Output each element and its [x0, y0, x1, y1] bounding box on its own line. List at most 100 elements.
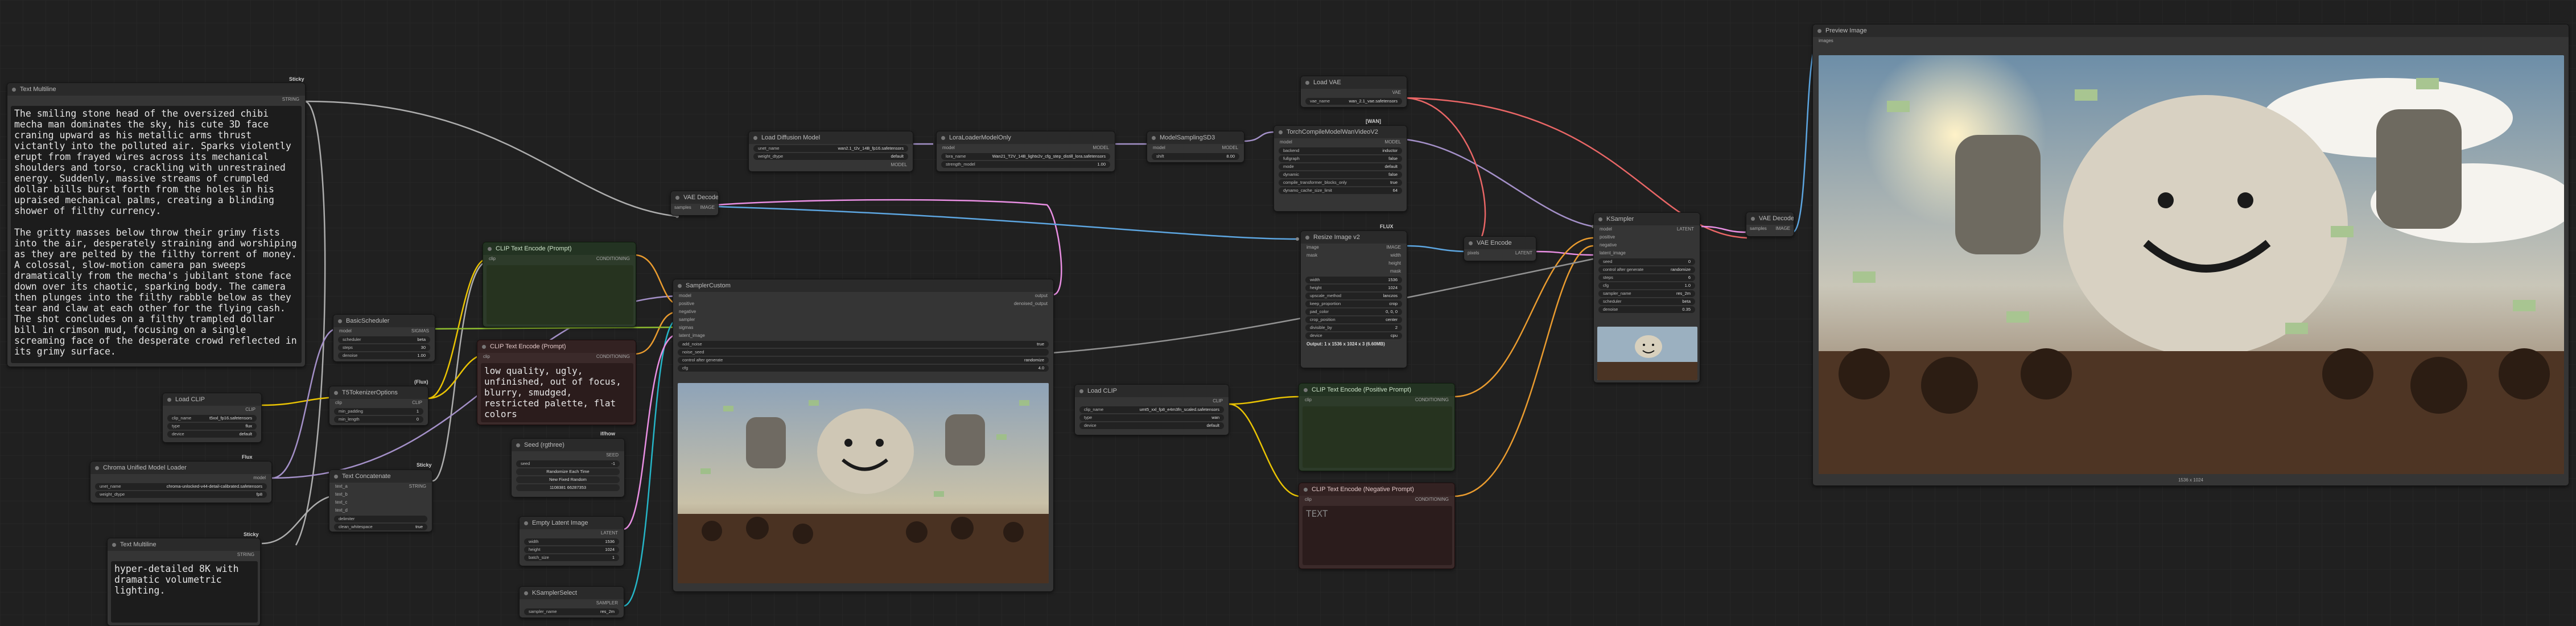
output-slot-clip[interactable]: CLIP	[163, 406, 261, 414]
node-title[interactable]: CLIP Text Encode (Negative Prompt)	[1299, 483, 1454, 496]
prompt-textarea[interactable]	[1303, 406, 1452, 468]
model-sampling-sd3-node[interactable]: ModelSamplingSD3 model MODEL shift 8.00	[1147, 131, 1244, 163]
randomize-button[interactable]: Randomize Each Time	[516, 468, 620, 475]
io-row[interactable]: text_a STRING	[329, 483, 432, 491]
node-title[interactable]: VAE Decode	[1746, 212, 1794, 225]
io-row[interactable]: model output	[673, 292, 1053, 300]
backend-select[interactable]: backend inductor	[1279, 147, 1402, 154]
output-slot-height[interactable]: height	[1301, 260, 1407, 267]
node-title[interactable]: Empty Latent Image	[520, 517, 624, 529]
input-slot-images[interactable]: images	[1813, 37, 2569, 45]
input-slot-text-b[interactable]: text_b	[329, 491, 432, 499]
sampler-custom-node[interactable]: SamplerCustom model output positive denois…	[673, 279, 1054, 592]
node-title[interactable]: Resize Image v2	[1301, 231, 1407, 244]
node-title[interactable]: Chroma Unified Model Loader	[90, 462, 271, 474]
compile-blocks-toggle[interactable]: compile_transformer_blocks_only true	[1279, 179, 1402, 186]
input-slot[interactable]: sampler	[673, 316, 1053, 324]
vae-name-select[interactable]: vae_name wan_2.1_vae.safetensors	[1305, 98, 1402, 105]
node-title[interactable]: ModelSamplingSD3	[1147, 131, 1244, 144]
output-slot-vae[interactable]: VAE	[1301, 89, 1407, 97]
io-row[interactable]: model LATENT	[1594, 225, 1700, 233]
last-seed-button[interactable]: 1108381 66287353	[516, 484, 620, 491]
node-title[interactable]: Seed (rgthree)	[512, 439, 624, 451]
seed-field[interactable]: seed -1	[516, 460, 620, 467]
node-title[interactable]: VAE Encode	[1464, 237, 1536, 249]
control-after-generate-select[interactable]: control after generate randomize	[1598, 266, 1695, 273]
output-slot-mask[interactable]: mask	[1301, 267, 1407, 275]
output-slot-clip[interactable]: CLIP	[1075, 397, 1229, 405]
preview-image-node[interactable]: Preview Image images 1536 x 1024	[1812, 24, 2569, 486]
output-slot-model[interactable]: MODEL	[749, 161, 913, 169]
node-title[interactable]: CLIP Text Encode (Prompt)	[483, 242, 636, 255]
t5-tokenizer-node[interactable]: T5TokenizerOptions clip CLIP min_padding 1…	[329, 386, 428, 426]
resize-image-node[interactable]: Resize Image v2 image IMAGE mask width hei…	[1300, 230, 1407, 368]
lora-loader-node[interactable]: LoraLoaderModelOnly model MODEL lora_name…	[936, 131, 1115, 172]
prompt-textarea[interactable]: TEXT	[1303, 506, 1452, 565]
vae-encode-node[interactable]: VAE Encode pixels LATENT	[1464, 236, 1536, 261]
io-row[interactable]: model MODEL	[1274, 138, 1407, 146]
add-noise-toggle[interactable]: add_noise true	[678, 341, 1049, 348]
fullgraph-toggle[interactable]: fullgraph false	[1279, 155, 1402, 162]
io-row[interactable]: positive denoised_output	[673, 300, 1053, 308]
io-row[interactable]: samples IMAGE	[1746, 225, 1794, 233]
basic-scheduler-node[interactable]: BasicScheduler model SIGMAS scheduler beta…	[333, 314, 435, 362]
io-row[interactable]: model SIGMAS	[333, 327, 435, 335]
input-slot[interactable]: negative	[673, 308, 1053, 316]
node-title[interactable]: VAE Decode	[671, 191, 718, 204]
node-title[interactable]: CLIP Text Encode (Prompt)	[477, 340, 636, 353]
empty-latent-image-node[interactable]: Empty Latent Image LATENT width 1536 heig…	[519, 516, 624, 566]
node-title[interactable]: Load CLIP	[163, 393, 261, 406]
delimiter-field[interactable]: delimiter	[334, 516, 427, 522]
node-title[interactable]: KSampler	[1594, 213, 1700, 225]
batch-size-field[interactable]: batch_size 1	[524, 554, 619, 561]
clip-text-encode-negative-node[interactable]: CLIP Text Encode (Prompt) clip CONDITIONI…	[477, 340, 636, 425]
io-row[interactable]: pixels LATENT	[1464, 249, 1536, 257]
pad-color-field[interactable]: pad_color 0, 0, 0	[1305, 308, 1402, 315]
vae-decode-node-2[interactable]: VAE Decode samples IMAGE	[1746, 212, 1794, 237]
output-slot-string[interactable]: STRING	[108, 551, 260, 559]
steps-field[interactable]: steps 30	[338, 344, 430, 351]
io-row[interactable]: mask width	[1301, 252, 1407, 260]
keep-proportion-select[interactable]: keep_proportion crop	[1305, 300, 1402, 307]
node-graph-canvas[interactable]: Text Multiline STRING The smiling stone …	[0, 0, 2576, 626]
unet-name-select[interactable]: unet_name chroma-unlocked-v44-detail-cali…	[95, 483, 267, 490]
io-row[interactable]: model MODEL	[937, 144, 1115, 152]
io-row[interactable]: model MODEL	[1147, 144, 1244, 152]
weight-dtype-select[interactable]: weight_dtype default	[753, 153, 908, 160]
output-slot-model[interactable]: model	[90, 474, 271, 482]
vae-decode-node-1[interactable]: VAE Decode samples IMAGE	[670, 191, 719, 216]
clip-device-select[interactable]: device default	[167, 431, 257, 438]
input-slot-text-c[interactable]: text_c	[329, 499, 432, 506]
io-row[interactable]: clip CONDITIONING	[483, 255, 636, 263]
denoise-field[interactable]: denoise 1.00	[338, 352, 430, 359]
divisible-by-field[interactable]: divisible_by 2	[1305, 324, 1402, 331]
crop-position-select[interactable]: crop_position center	[1305, 316, 1402, 323]
text-concatenate-node[interactable]: Text Concatenate text_a STRING text_b tex…	[329, 470, 432, 532]
text-multiline-node-1[interactable]: Text Multiline STRING The smiling stone …	[7, 83, 306, 367]
node-title[interactable]: Preview Image	[1813, 24, 2569, 37]
prompt-textarea[interactable]	[487, 265, 633, 324]
ksampler-select-node[interactable]: KSamplerSelect SAMPLER sampler_name res_2…	[519, 586, 624, 618]
clip-text-encode-positive-node[interactable]: CLIP Text Encode (Prompt) clip CONDITIONI…	[483, 242, 636, 327]
prompt-textarea[interactable]: The smiling stone head of the oversized …	[11, 106, 302, 363]
input-slot[interactable]: positive	[1594, 233, 1700, 241]
load-clip-node-1[interactable]: Load CLIP CLIP clip_name t5xxl_fp16.safet…	[162, 393, 262, 443]
resize-height-field[interactable]: height 1024	[1305, 285, 1402, 291]
lora-name-select[interactable]: lora_name Wan21_T2V_14B_lightx2v_cfg_step…	[941, 153, 1110, 160]
node-title[interactable]: Load CLIP	[1075, 385, 1229, 397]
node-title[interactable]: T5TokenizerOptions	[329, 386, 428, 399]
strength-model-field[interactable]: strength_model 1.00	[941, 161, 1110, 168]
io-row[interactable]: clip CLIP	[329, 399, 428, 407]
input-slot[interactable]: sigmas	[673, 324, 1053, 332]
dynamo-cache-field[interactable]: dynamo_cache_size_limit 64	[1279, 187, 1402, 194]
input-slot-text-d[interactable]: text_d	[329, 506, 432, 514]
output-slot-latent[interactable]: LATENT	[520, 529, 624, 537]
clean-whitespace-toggle[interactable]: clean_whitespace true	[334, 524, 427, 530]
sampler-name-select[interactable]: sampler_name res_2m	[1598, 290, 1695, 297]
input-slot[interactable]: latent_image	[1594, 249, 1700, 257]
upscale-method-select[interactable]: upscale_method lanczos	[1305, 293, 1402, 299]
width-field[interactable]: width 1536	[524, 538, 619, 545]
io-row[interactable]: clip CONDITIONING	[1299, 396, 1454, 404]
node-title[interactable]: TorchCompileModelWanVideoV2	[1274, 126, 1407, 138]
sampler-name-select[interactable]: sampler_name res_2m	[524, 608, 619, 615]
